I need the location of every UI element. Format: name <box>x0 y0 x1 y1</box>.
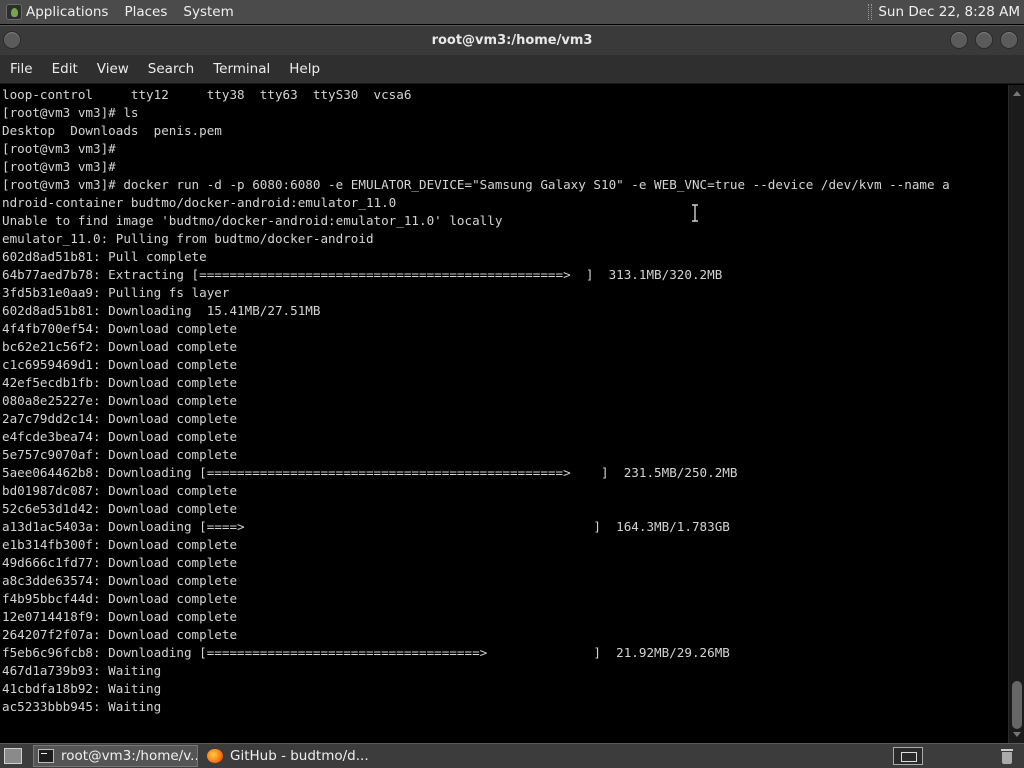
menu-view[interactable]: View <box>88 55 137 84</box>
minimize-button[interactable] <box>950 31 968 49</box>
terminal-line: [root@vm3 vm3]# <box>2 141 116 156</box>
terminal-output[interactable]: loop-control tty12 tty38 tty63 ttyS30 vc… <box>0 85 1008 743</box>
terminal-line: Unable to find image 'budtmo/docker-andr… <box>2 213 503 228</box>
menu-edit[interactable]: Edit <box>43 55 86 84</box>
terminal-line: a8c3dde63574: Download complete <box>2 573 238 588</box>
terminal-line: 467d1a739b93: Waiting <box>2 663 162 678</box>
terminal-line: ac5233bbb945: Waiting <box>2 699 162 714</box>
terminal-line: 264207f2f07a: Download complete <box>2 627 238 642</box>
applications-menu-label: Applications <box>26 4 109 20</box>
terminal-line: c1c6959469d1: Download complete <box>2 357 238 372</box>
terminal-line: Desktop Downloads penis.pem <box>2 123 222 138</box>
terminal-line: [root@vm3 vm3]# ls <box>2 105 139 120</box>
terminal-line: 5e757c9070af: Download complete <box>2 447 238 462</box>
terminal-line: e4fcde3bea74: Download complete <box>2 429 238 444</box>
window-titlebar[interactable]: root@vm3:/home/vm3 <box>0 25 1024 55</box>
window-title: root@vm3:/home/vm3 <box>431 33 593 48</box>
scroll-down-icon[interactable] <box>1013 732 1021 737</box>
terminal-line: bc62e21c56f2: Download complete <box>2 339 238 354</box>
terminal-line: e1b314fb300f: Download complete <box>2 537 238 552</box>
terminal-line: 2a7c79dd2c14: Download complete <box>2 411 238 426</box>
terminal-line: [root@vm3 vm3]# <box>2 159 116 174</box>
terminal-line: f5eb6c96fcb8: Downloading [=============… <box>2 645 730 660</box>
terminal-scrollbar[interactable] <box>1008 85 1024 743</box>
terminal-line: a13d1ac5403a: Downloading [====> ] 164.3… <box>2 519 730 534</box>
places-menu[interactable]: Places <box>116 0 175 24</box>
terminal-line: 64b77aed7b78: Extracting [==============… <box>2 267 723 282</box>
taskbar-item-label: root@vm3:/home/v... <box>61 748 197 764</box>
terminal-icon <box>38 749 54 763</box>
system-menu[interactable]: System <box>175 0 241 24</box>
terminal-line: 4f4fb700ef54: Download complete <box>2 321 238 336</box>
taskbar-item-firefox[interactable]: GitHub - budtmo/d... <box>203 745 373 767</box>
taskbar-item-label: GitHub - budtmo/d... <box>230 748 369 764</box>
scroll-up-icon[interactable] <box>1013 91 1021 96</box>
maximize-button[interactable] <box>975 31 993 49</box>
terminal-line: 49d666c1fd77: Download complete <box>2 555 238 570</box>
terminal-line: loop-control tty12 tty38 tty63 ttyS30 vc… <box>2 87 412 102</box>
terminal-line: 602d8ad51b81: Downloading 15.41MB/27.51M… <box>2 303 321 318</box>
terminal-line: [root@vm3 vm3]# docker run -d -p 6080:60… <box>2 177 950 192</box>
menu-search[interactable]: Search <box>139 55 202 84</box>
terminal-line: 42ef5ecdb1fb: Download complete <box>2 375 238 390</box>
show-desktop-icon[interactable] <box>4 748 22 764</box>
terminal-line: 5aee064462b8: Downloading [=============… <box>2 465 738 480</box>
scrollbar-thumb[interactable] <box>1012 681 1022 729</box>
terminal-line: emulator_11.0: Pulling from budtmo/docke… <box>2 231 374 246</box>
terminal-line: 602d8ad51b81: Pull complete <box>2 249 207 264</box>
menu-file[interactable]: File <box>0 55 41 84</box>
top-panel: Applications Places System Sun Dec 22, 8… <box>0 0 1024 24</box>
text-cursor-icon <box>692 204 698 222</box>
terminal-line: 080a8e25227e: Download complete <box>2 393 238 408</box>
terminal-line: ndroid-container budtmo/docker-android:e… <box>2 195 397 210</box>
terminal-line: 3fd5b31e0aa9: Pulling fs layer <box>2 285 230 300</box>
taskbar-item-terminal[interactable]: root@vm3:/home/v... <box>33 745 198 767</box>
menu-help[interactable]: Help <box>280 55 328 84</box>
terminal-line: bd01987dc087: Download complete <box>2 483 238 498</box>
workspace-switcher[interactable] <box>893 747 923 765</box>
applications-menu[interactable]: Applications <box>0 0 116 24</box>
terminal-line: 41cbdfa18b92: Waiting <box>2 681 162 696</box>
trash-icon[interactable] <box>1000 749 1014 764</box>
firefox-icon <box>207 749 223 763</box>
bottom-panel: root@vm3:/home/v... GitHub - budtmo/d... <box>0 743 1024 768</box>
terminal-line: f4b95bbcf44d: Download complete <box>2 591 238 606</box>
close-button[interactable] <box>1000 31 1018 49</box>
terminal-line: 52c6e53d1d42: Download complete <box>2 501 238 516</box>
gnome-foot-icon <box>6 4 22 20</box>
menubar: File Edit View Search Terminal Help <box>0 55 1024 84</box>
panel-right: Sun Dec 22, 8:28 AM <box>868 0 1024 24</box>
menu-terminal[interactable]: Terminal <box>204 55 278 84</box>
clock[interactable]: Sun Dec 22, 8:28 AM <box>878 4 1024 20</box>
panel-separator <box>868 4 873 20</box>
terminal-line: 12e0714418f9: Download complete <box>2 609 238 624</box>
